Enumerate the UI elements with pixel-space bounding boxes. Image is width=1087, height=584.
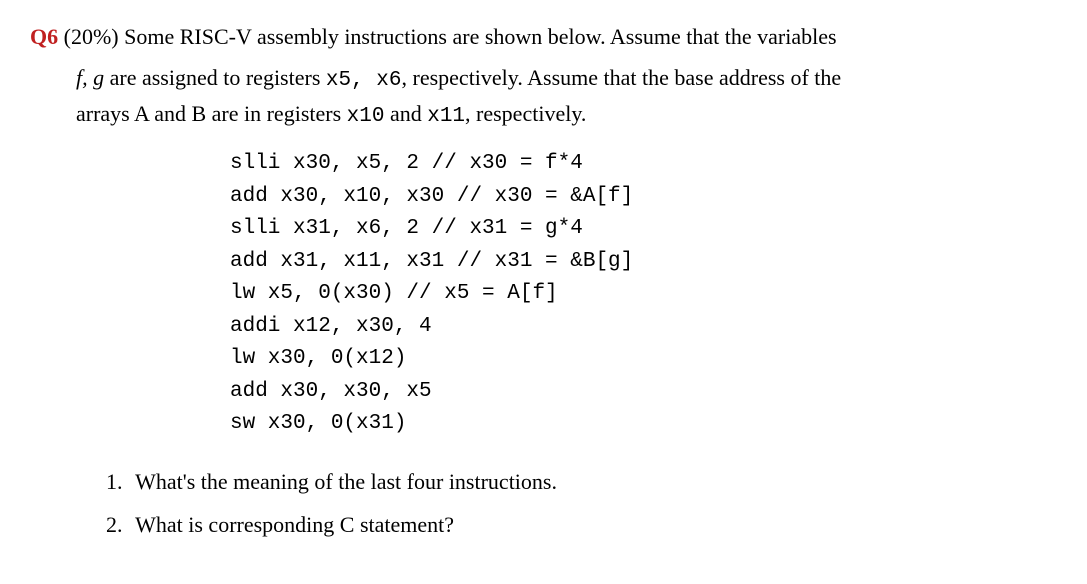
code-line: slli x31, x6, 2 // x31 = g*4 — [230, 217, 583, 240]
intro-text-5: , respectively. — [465, 101, 586, 126]
code-line: add x31, x11, x31 // x31 = &B[g] — [230, 250, 633, 273]
code-line: lw x5, 0(x30) // x5 = A[f] — [230, 282, 558, 305]
sub-question-1: 1. What's the meaning of the last four i… — [76, 465, 1057, 498]
vars-fg: f, g — [76, 65, 104, 90]
intro-line-3: arrays A and B are in registers x10 and … — [30, 97, 1057, 133]
intro-and: and — [384, 101, 427, 126]
code-line: add x30, x30, x5 — [230, 380, 432, 403]
sub-number: 1. — [106, 465, 130, 498]
code-line: addi x12, x30, 4 — [230, 315, 432, 338]
sub-number: 2. — [106, 508, 130, 541]
sub-question-2: 2. What is corresponding C statement? — [76, 508, 1057, 541]
register-x10: x10 — [347, 105, 385, 128]
question-percent: (20%) — [64, 24, 119, 49]
code-line: lw x30, 0(x12) — [230, 347, 406, 370]
sub-text: What's the meaning of the last four inst… — [135, 469, 557, 494]
intro-text-2: are assigned to registers — [104, 65, 326, 90]
intro-line-2: f, g are assigned to registers x5, x6, r… — [30, 61, 1057, 97]
registers-x5-x6: x5, x6 — [326, 69, 402, 92]
code-line: sw x30, 0(x31) — [230, 412, 406, 435]
sub-text: What is corresponding C statement? — [135, 512, 454, 537]
register-x11: x11 — [427, 105, 465, 128]
assembly-code-block: slli x30, x5, 2 // x30 = f*4 add x30, x1… — [230, 148, 1057, 441]
code-line: slli x30, x5, 2 // x30 = f*4 — [230, 152, 583, 175]
intro-text-4: arrays A and B are in registers — [76, 101, 347, 126]
question-label: Q6 — [30, 24, 58, 49]
intro-text-3: , respectively. Assume that the base add… — [402, 65, 842, 90]
code-line: add x30, x10, x30 // x30 = &A[f] — [230, 185, 633, 208]
question-header: Q6 (20%) Some RISC-V assembly instructio… — [30, 20, 1057, 53]
sub-questions: 1. What's the meaning of the last four i… — [30, 465, 1057, 541]
intro-text-1: Some RISC-V assembly instructions are sh… — [119, 24, 837, 49]
